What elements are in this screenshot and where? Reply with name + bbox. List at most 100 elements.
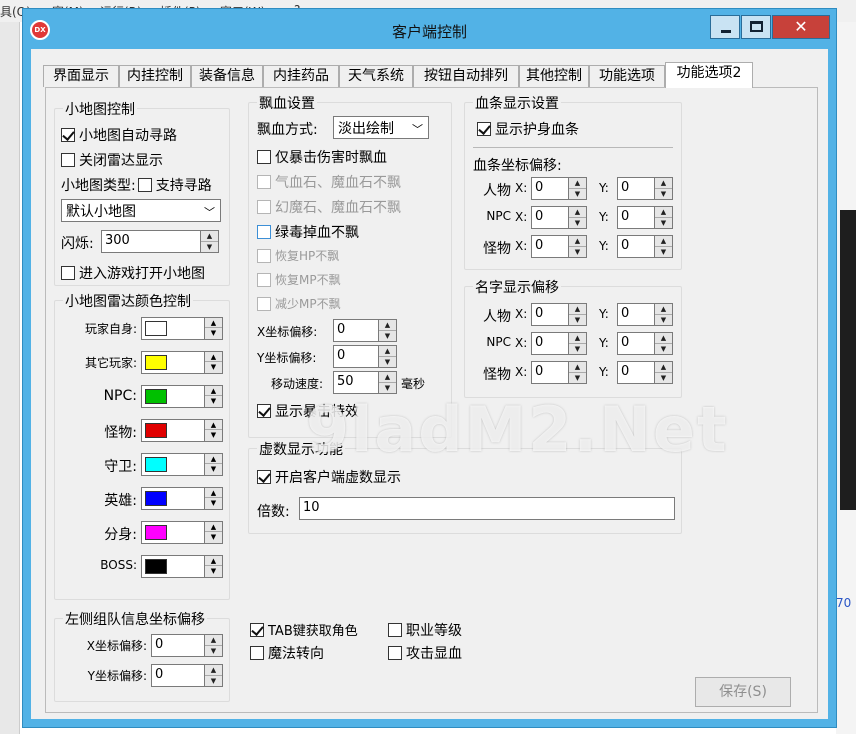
enable-virtual-number-checkbox[interactable]: 开启客户端虚数显示 bbox=[257, 467, 401, 487]
maximize-icon bbox=[750, 21, 763, 32]
save-button[interactable]: 保存(S) bbox=[695, 677, 791, 707]
color-spin-buttons[interactable]: ▲ ▼ bbox=[204, 386, 222, 407]
x-label: X: bbox=[515, 239, 528, 253]
tab-plugin-control[interactable]: 内挂控制 bbox=[119, 65, 191, 87]
hp-offset-y-spinner[interactable]: 0 ▲ ▼ bbox=[617, 177, 673, 200]
tab-weather-system[interactable]: 天气系统 bbox=[339, 65, 413, 87]
checkbox-icon bbox=[257, 296, 271, 311]
attack-hp-checkbox[interactable]: 攻击显血 bbox=[388, 643, 462, 663]
spin-up-icon: ▲ bbox=[205, 352, 222, 362]
close-button[interactable]: ✕ bbox=[772, 15, 830, 39]
checkbox-icon bbox=[257, 248, 271, 263]
color-spin-buttons[interactable]: ▲ ▼ bbox=[204, 488, 222, 509]
name-offset-row-label: NPC bbox=[486, 335, 511, 349]
name-offset-y-spinner[interactable]: 0 ▲ ▼ bbox=[617, 332, 673, 355]
radar-color-picker[interactable]: ▲ ▼ bbox=[141, 385, 223, 408]
x-label: X: bbox=[515, 336, 528, 350]
chevron-down-icon: ﹀ bbox=[412, 123, 423, 136]
team-x-offset-spinner[interactable]: 0 ▲ ▼ bbox=[151, 634, 223, 657]
float-x-offset-spinner[interactable]: 0 ▲ ▼ bbox=[333, 319, 397, 342]
checkbox-icon bbox=[257, 272, 271, 287]
team-y-offset-spinner[interactable]: 0 ▲ ▼ bbox=[151, 664, 223, 687]
x-label: X: bbox=[515, 210, 528, 224]
crit-only-checkbox[interactable]: 仅暴击伤害时飘血 bbox=[257, 147, 387, 167]
reduce-mp-checkbox[interactable]: 减少MP不飘 bbox=[257, 295, 341, 312]
checkbox-icon bbox=[388, 646, 402, 660]
name-offset-x-spinner[interactable]: 0 ▲ ▼ bbox=[531, 303, 587, 326]
move-speed-spinner[interactable]: 50 ▲ ▼ bbox=[333, 371, 397, 394]
radar-color-picker[interactable]: ▲ ▼ bbox=[141, 555, 223, 578]
spin-up-icon: ▲ bbox=[205, 420, 222, 430]
tab-function-options-2[interactable]: 功能选项2 bbox=[665, 62, 753, 88]
hp-offset-x-spinner[interactable]: 0 ▲ ▼ bbox=[531, 177, 587, 200]
name-offset-group: 名字显示偏移 人物 X: 0 ▲ ▼ Y: 0 ▲ ▼ NPC X: 0 ▲ ▼ Y: 0 ▲ ▼ 怪物 X: 0 ▲ ▼ Y… bbox=[464, 277, 682, 398]
radar-color-picker[interactable]: ▲ ▼ bbox=[141, 453, 223, 476]
group-title: 小地图雷达颜色控制 bbox=[63, 291, 193, 311]
spin-up-icon: ▲ bbox=[205, 556, 222, 566]
minimap-auto-path-checkbox[interactable]: 小地图自动寻路 bbox=[61, 125, 177, 145]
radar-color-picker[interactable]: ▲ ▼ bbox=[141, 521, 223, 544]
name-offset-x-spinner[interactable]: 0 ▲ ▼ bbox=[531, 361, 587, 384]
color-spin-buttons[interactable]: ▲ ▼ bbox=[204, 522, 222, 543]
tab-interface-display[interactable]: 界面显示 bbox=[43, 65, 119, 87]
name-offset-y-spinner[interactable]: 0 ▲ ▼ bbox=[617, 303, 673, 326]
job-level-checkbox[interactable]: 职业等级 bbox=[388, 620, 462, 640]
color-spin-buttons[interactable]: ▲ ▼ bbox=[204, 556, 222, 577]
minimize-button[interactable] bbox=[710, 15, 740, 39]
restore-mp-checkbox[interactable]: 恢复MP不飘 bbox=[257, 271, 341, 288]
show-guard-hp-checkbox[interactable]: 显示护身血条 bbox=[477, 119, 579, 139]
float-mode-select[interactable]: 淡出绘制 ﹀ bbox=[333, 116, 429, 139]
radar-color-label: 分身: bbox=[104, 527, 137, 543]
radar-color-picker[interactable]: ▲ ▼ bbox=[141, 487, 223, 510]
color-spin-buttons[interactable]: ▲ ▼ bbox=[204, 420, 222, 441]
spin-down-icon: ▼ bbox=[210, 431, 217, 439]
spin-down-icon: ▼ bbox=[210, 499, 217, 507]
color-swatch bbox=[145, 423, 167, 438]
tab-plugin-potions[interactable]: 内挂药品 bbox=[263, 65, 339, 87]
checkbox-icon bbox=[257, 470, 271, 484]
magic-turn-checkbox[interactable]: 魔法转向 bbox=[250, 643, 324, 663]
multiplier-input[interactable]: 10 bbox=[299, 497, 675, 520]
tab-select-checkbox[interactable]: TAB键获取角色 bbox=[250, 620, 358, 639]
title-bar[interactable]: DX 客户端控制 ✕ bbox=[23, 9, 836, 49]
tab-other-control[interactable]: 其他控制 bbox=[519, 65, 589, 87]
hp-offset-row-label: 怪物 bbox=[483, 241, 511, 257]
x-label: X: bbox=[515, 365, 528, 379]
color-swatch bbox=[145, 355, 167, 370]
hp-offset-x-spinner[interactable]: 0 ▲ ▼ bbox=[531, 235, 587, 258]
poison-drop-checkbox[interactable]: 绿毒掉血不飘 bbox=[257, 222, 359, 242]
show-crit-fx-checkbox[interactable]: 显示暴击特效 bbox=[257, 401, 359, 421]
color-spin-buttons[interactable]: ▲ ▼ bbox=[204, 318, 222, 339]
radar-color-picker[interactable]: ▲ ▼ bbox=[141, 351, 223, 374]
flash-spinner[interactable]: 300 ▲ ▼ bbox=[101, 230, 219, 253]
name-offset-row-label: 人物 bbox=[483, 309, 511, 325]
tab-button-auto-arrange[interactable]: 按钮自动排列 bbox=[413, 65, 519, 87]
speed-unit-label: 毫秒 bbox=[401, 377, 426, 391]
hp-bar-group: 血条显示设置 显示护身血条 血条坐标偏移: 人物 X: 0 ▲ ▼ Y: 0 ▲ ▼ NPC X: 0… bbox=[464, 93, 682, 270]
radar-color-picker[interactable]: ▲ ▼ bbox=[141, 419, 223, 442]
illusion-stone-checkbox[interactable]: 幻魔石、魔血石不飘 bbox=[257, 197, 401, 217]
maximize-button[interactable] bbox=[741, 15, 771, 39]
support-path-checkbox[interactable] bbox=[137, 178, 152, 192]
checkbox-icon bbox=[250, 622, 264, 637]
tab-equipment-info[interactable]: 装备信息 bbox=[191, 65, 263, 87]
spin-down-icon: ▼ bbox=[210, 567, 217, 575]
radar-color-label: 其它玩家: bbox=[84, 356, 137, 370]
hp-offset-x-spinner[interactable]: 0 ▲ ▼ bbox=[531, 206, 587, 229]
float-y-offset-spinner[interactable]: 0 ▲ ▼ bbox=[333, 345, 397, 368]
close-radar-checkbox[interactable]: 关闭雷达显示 bbox=[61, 150, 163, 170]
radar-color-label: NPC: bbox=[103, 388, 137, 404]
minimap-type-select[interactable]: 默认小地图 ﹀ bbox=[61, 199, 221, 222]
open-minimap-on-enter-checkbox[interactable]: 进入游戏打开小地图 bbox=[61, 263, 205, 283]
hp-offset-y-spinner[interactable]: 0 ▲ ▼ bbox=[617, 235, 673, 258]
name-offset-y-spinner[interactable]: 0 ▲ ▼ bbox=[617, 361, 673, 384]
color-spin-buttons[interactable]: ▲ ▼ bbox=[204, 352, 222, 373]
name-offset-x-spinner[interactable]: 0 ▲ ▼ bbox=[531, 332, 587, 355]
color-spin-buttons[interactable]: ▲ ▼ bbox=[204, 454, 222, 475]
radar-color-picker[interactable]: ▲ ▼ bbox=[141, 317, 223, 340]
background-right-text: 70 bbox=[836, 596, 852, 610]
tab-function-options[interactable]: 功能选项 bbox=[589, 65, 665, 87]
hp-offset-y-spinner[interactable]: 0 ▲ ▼ bbox=[617, 206, 673, 229]
hp-stone-checkbox[interactable]: 气血石、魔血石不飘 bbox=[257, 172, 401, 192]
restore-hp-checkbox[interactable]: 恢复HP不飘 bbox=[257, 247, 339, 264]
